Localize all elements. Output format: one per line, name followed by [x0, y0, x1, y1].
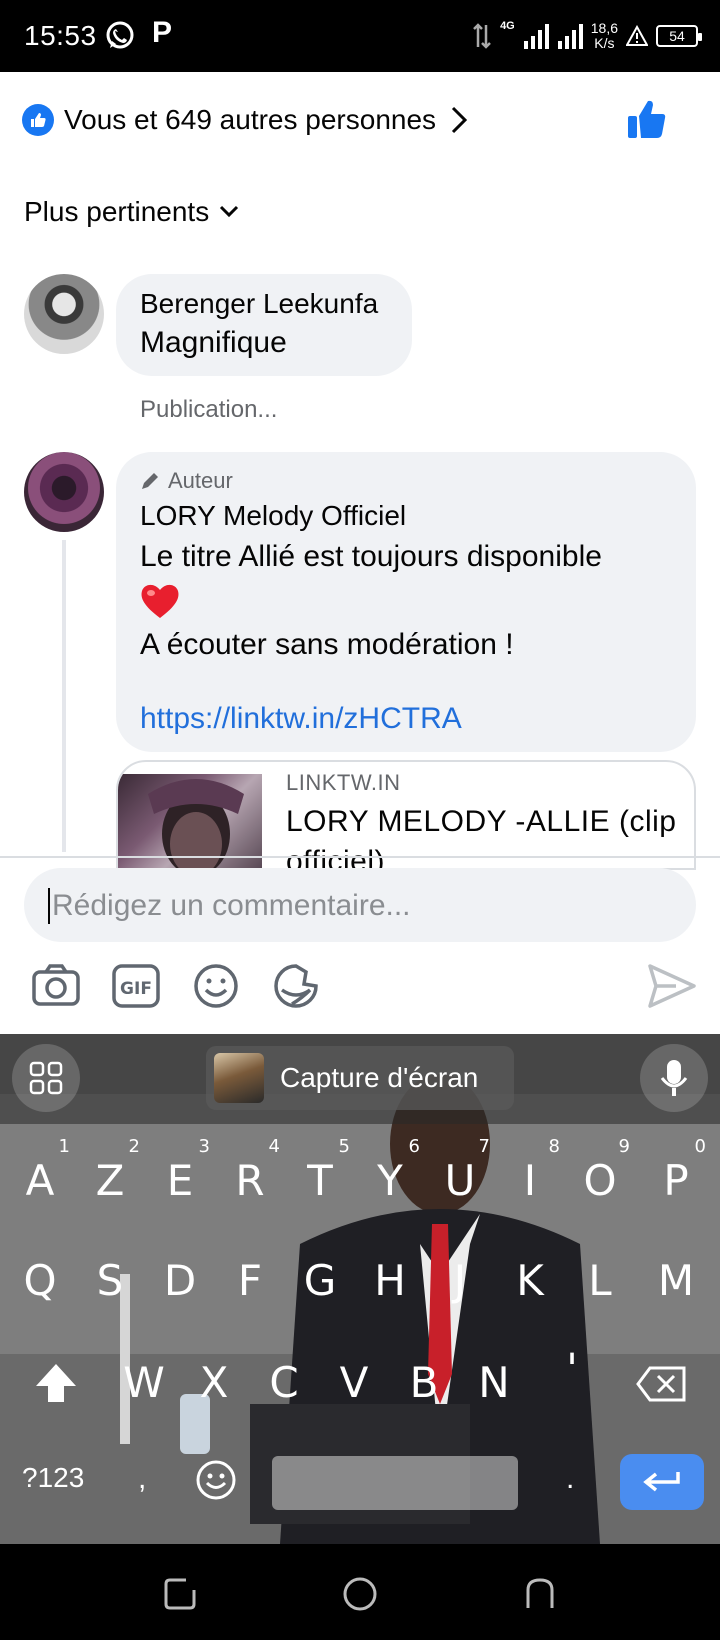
divider: [0, 856, 720, 858]
status-bar: 15:53 P 4G 18,6 K/s 54: [0, 0, 720, 72]
signal-icon-2: [557, 24, 583, 49]
alert-icon: [626, 25, 648, 46]
like-reaction-icon: [22, 104, 54, 136]
sort-dropdown[interactable]: Plus pertinents: [24, 196, 239, 228]
comment-text: Magnifique: [140, 326, 287, 359]
comment-meta: Publication...: [140, 396, 278, 423]
clipboard-suggestion[interactable]: Capture d'écran: [206, 1046, 514, 1110]
comment-bubble[interactable]: Auteur LORY Melody Officiel Le titre All…: [116, 452, 696, 752]
clipboard-label: Capture d'écran: [280, 1062, 479, 1093]
reactions-summary[interactable]: Vous et 649 autres personnes: [22, 98, 698, 142]
p-icon: P: [152, 16, 173, 49]
key-i[interactable]: I8: [502, 1138, 560, 1216]
comment-composer[interactable]: [24, 868, 696, 942]
thread-line: [62, 540, 66, 852]
network-type: 4G: [500, 20, 515, 32]
avatar[interactable]: [24, 274, 104, 354]
symbols-key[interactable]: ?123: [22, 1462, 84, 1494]
network-speed: 18,6 K/s: [590, 20, 618, 51]
reactions-text: Vous et 649 autres personnes: [64, 104, 437, 135]
whatsapp-icon: [106, 21, 134, 49]
data-arrows-icon: [473, 23, 491, 49]
heart-emoji-icon: [141, 584, 179, 618]
key-n[interactable]: N: [466, 1348, 522, 1418]
gif-icon[interactable]: GIF: [110, 960, 162, 1012]
chevron-down-icon: [220, 205, 239, 218]
microphone-icon[interactable]: [640, 1044, 708, 1112]
enter-key[interactable]: [620, 1454, 704, 1510]
camera-icon[interactable]: [30, 960, 82, 1012]
comment-link[interactable]: https://linktw.in/zHCTRA: [140, 702, 672, 736]
key-g[interactable]: G: [292, 1246, 348, 1316]
key-u[interactable]: U7: [432, 1138, 490, 1216]
status-time: 15:53: [24, 20, 97, 51]
navigation-bar: [0, 1544, 720, 1640]
key-p[interactable]: P0: [648, 1138, 706, 1216]
sticker-icon[interactable]: [270, 960, 322, 1012]
avatar[interactable]: [24, 452, 104, 532]
key-q[interactable]: Q: [12, 1246, 68, 1316]
key-e[interactable]: E3: [152, 1138, 210, 1216]
link-preview-title: LORY MELODY -ALLIE (clip officiel): [286, 805, 677, 870]
enter-arrow-icon: [643, 1472, 680, 1492]
recent-apps-icon[interactable]: [160, 1574, 200, 1614]
key-o[interactable]: O9: [572, 1138, 630, 1216]
key-l[interactable]: L: [572, 1246, 628, 1316]
signal-icon: [523, 24, 549, 49]
key-k[interactable]: K: [502, 1246, 558, 1316]
period-key[interactable]: .: [566, 1462, 574, 1496]
key-m[interactable]: M: [648, 1246, 704, 1316]
key-w[interactable]: W: [116, 1348, 172, 1418]
shift-key-icon[interactable]: [30, 1358, 82, 1410]
link-preview-domain: LINKTW.IN: [286, 770, 401, 795]
comment-author[interactable]: Berenger Leekunfa: [140, 288, 388, 320]
status-icons: 4G 18,6 K/s 54: [472, 18, 702, 54]
like-button[interactable]: [626, 98, 668, 140]
key-r[interactable]: R4: [222, 1138, 280, 1216]
svg-text:GIF: GIF: [120, 979, 152, 999]
key-d[interactable]: D: [152, 1246, 208, 1316]
key-s[interactable]: S: [82, 1246, 138, 1316]
send-icon[interactable]: [646, 960, 698, 1012]
space-key[interactable]: [272, 1456, 518, 1510]
comment-text-line: Le titre Allié est toujours disponible: [140, 540, 602, 573]
key-v[interactable]: V: [326, 1348, 382, 1418]
comment-text-line: A écouter sans modération !: [140, 628, 514, 661]
comment-bubble[interactable]: Berenger Leekunfa Magnifique: [116, 274, 412, 376]
link-preview-card[interactable]: LINKTW.IN LORY MELODY -ALLIE (clip offic…: [116, 760, 696, 870]
clipboard-thumbnail: [214, 1053, 264, 1103]
key-c[interactable]: C: [256, 1348, 312, 1418]
pencil-icon: [142, 473, 158, 489]
author-badge: Auteur: [140, 468, 672, 494]
sort-label: Plus pertinents: [24, 196, 210, 227]
key-apostrophe[interactable]: ': [544, 1334, 600, 1404]
emoji-icon[interactable]: [190, 960, 242, 1012]
comma-key[interactable]: ,: [138, 1462, 146, 1496]
key-b[interactable]: B: [396, 1348, 452, 1418]
key-z[interactable]: Z2: [82, 1138, 140, 1216]
key-t[interactable]: T5: [292, 1138, 350, 1216]
emoji-key-icon[interactable]: [194, 1458, 238, 1502]
key-h[interactable]: H: [362, 1246, 418, 1316]
comment-author[interactable]: LORY Melody Officiel: [140, 500, 672, 532]
key-f[interactable]: F: [222, 1246, 278, 1316]
key-a[interactable]: A1: [12, 1138, 70, 1216]
key-j[interactable]: J: [432, 1246, 488, 1316]
home-icon[interactable]: [340, 1574, 380, 1614]
comment-input[interactable]: [48, 888, 668, 924]
key-x[interactable]: X: [186, 1348, 242, 1418]
chevron-right-icon: [451, 106, 468, 134]
backspace-icon[interactable]: [636, 1364, 688, 1404]
key-y[interactable]: Y6: [362, 1138, 420, 1216]
back-icon[interactable]: [520, 1574, 560, 1614]
apps-grid-icon[interactable]: [12, 1044, 80, 1112]
battery-indicator: 54: [656, 25, 702, 47]
